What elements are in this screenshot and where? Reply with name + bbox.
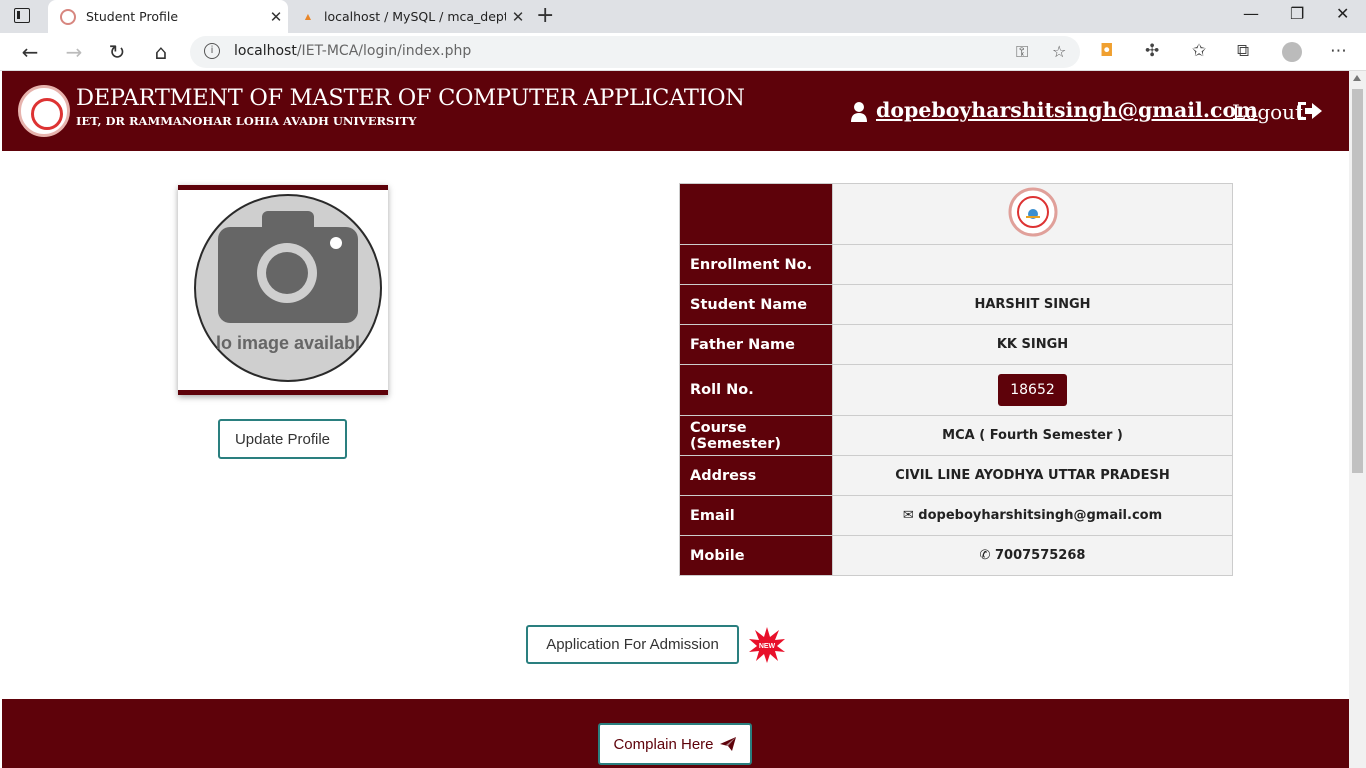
row-label: Address	[679, 455, 833, 496]
mobile-cell: ✆ 7007575268	[832, 535, 1233, 576]
table-row: Father Name KK SINGH	[679, 324, 1233, 365]
scroll-up-icon[interactable]	[1353, 75, 1361, 81]
department-title: DEPARTMENT OF MASTER OF COMPUTER APPLICA…	[76, 85, 745, 111]
university-name: IET, DR RAMMANOHAR LOHIA AVADH UNIVERSIT…	[76, 114, 417, 128]
browser-tabbar: Student Profile ✕ ▲ localhost / MySQL / …	[0, 0, 1366, 33]
complain-here-button[interactable]: Complain Here	[598, 723, 752, 765]
tab-actions-icon[interactable]	[14, 8, 30, 23]
browser-tab-phpmyadmin[interactable]: ▲ localhost / MySQL / mca_dept / c ✕	[290, 0, 530, 33]
no-image-text: lo image availabl	[216, 333, 360, 353]
mobile-value: 7007575268	[994, 548, 1086, 563]
table-row: Email ✉ dopeboyharshitsingh@gmail.com	[679, 495, 1233, 536]
row-label: Email	[679, 495, 833, 536]
table-row: Enrollment No.	[679, 244, 1233, 285]
row-label: Father Name	[679, 324, 833, 365]
tab-title: Student Profile	[86, 9, 179, 24]
table-logo-cell	[832, 183, 1233, 245]
table-row: Course (Semester) MCA ( Fourth Semester …	[679, 415, 1233, 456]
row-label: Course (Semester)	[679, 415, 833, 456]
close-icon[interactable]: ✕	[506, 8, 530, 26]
roll-no-badge: 18652	[998, 374, 1067, 406]
phone-icon: ✆	[979, 548, 991, 563]
reload-icon[interactable]: ↻	[104, 39, 130, 65]
row-label: Roll No.	[679, 364, 833, 416]
email-cell: ✉ dopeboyharshitsingh@gmail.com	[832, 495, 1233, 536]
key-icon[interactable]: ⚿	[1016, 42, 1028, 62]
roll-no-cell: 18652	[832, 364, 1233, 416]
sign-out-icon[interactable]	[1296, 99, 1324, 123]
browser-tab-student-profile[interactable]: Student Profile ✕	[48, 0, 288, 33]
row-label: Mobile	[679, 535, 833, 576]
site-info-icon[interactable]: i	[204, 43, 220, 59]
favorites-icon[interactable]: ✩	[1192, 41, 1206, 61]
logout-link[interactable]: Logout	[1232, 100, 1303, 124]
row-label: Student Name	[679, 284, 833, 325]
back-arrow-icon[interactable]: ←	[17, 39, 43, 65]
father-name-value: KK SINGH	[832, 324, 1233, 365]
window-close-icon[interactable]: ✕	[1336, 4, 1349, 23]
phpmyadmin-favicon-icon: ▲	[304, 11, 312, 21]
user-icon	[851, 102, 867, 122]
student-info-table: Enrollment No. Student Name HARSHIT SING…	[679, 183, 1233, 576]
course-value: MCA ( Fourth Semester )	[832, 415, 1233, 456]
complain-label: Complain Here	[613, 735, 714, 753]
user-email-link[interactable]: dopeboyharshitsingh@gmail.com	[876, 98, 1258, 122]
new-tab-button[interactable]: +	[536, 5, 554, 27]
university-seal-icon	[1008, 187, 1057, 237]
paper-plane-icon	[719, 737, 736, 751]
tab-title: localhost / MySQL / mca_dept / c	[324, 9, 506, 24]
browser-toolbar: ← → ↻ ⌂ i localhost/IET-MCA/login/index.…	[0, 33, 1366, 71]
new-badge-text: NEW	[759, 643, 776, 650]
address-bar[interactable]: i localhost/IET-MCA/login/index.php ⚿ ☆	[190, 36, 1080, 68]
table-row: Roll No. 18652	[679, 364, 1233, 416]
forward-arrow-icon[interactable]: →	[61, 39, 87, 65]
profile-photo: lo image availabl	[178, 185, 388, 395]
more-menu-icon[interactable]: ⋯	[1330, 41, 1347, 61]
page-scrollbar[interactable]	[1349, 71, 1366, 768]
university-logo	[18, 85, 70, 137]
email-value: dopeboyharshitsingh@gmail.com	[918, 508, 1163, 523]
table-row: Student Name HARSHIT SINGH	[679, 284, 1233, 325]
close-icon[interactable]: ✕	[264, 8, 288, 26]
table-header-cell	[679, 183, 833, 245]
extension-icon[interactable]: ◘	[1100, 41, 1113, 61]
maximize-icon[interactable]: ❐	[1290, 4, 1304, 23]
profile-avatar[interactable]	[1282, 42, 1302, 62]
address-url[interactable]: localhost/IET-MCA/login/index.php	[234, 43, 471, 59]
student-name-value: HARSHIT SINGH	[832, 284, 1233, 325]
page-content: DEPARTMENT OF MASTER OF COMPUTER APPLICA…	[2, 71, 1349, 768]
address-value: CIVIL LINE AYODHYA UTTAR PRADESH	[832, 455, 1233, 496]
envelope-icon: ✉	[902, 508, 914, 523]
enrollment-value	[832, 244, 1233, 285]
table-row: Mobile ✆ 7007575268	[679, 535, 1233, 576]
camera-icon: lo image availabl	[194, 194, 382, 382]
site-header: DEPARTMENT OF MASTER OF COMPUTER APPLICA…	[2, 71, 1349, 151]
site-footer: Complain Here	[2, 699, 1349, 768]
add-favorite-icon[interactable]: ☆	[1052, 42, 1066, 61]
row-label: Enrollment No.	[679, 244, 833, 285]
extensions-puzzle-icon[interactable]: ✣	[1145, 41, 1159, 61]
home-icon[interactable]: ⌂	[148, 39, 174, 65]
university-favicon-icon	[60, 8, 76, 25]
update-profile-button[interactable]: Update Profile	[218, 419, 347, 459]
table-row: Address CIVIL LINE AYODHYA UTTAR PRADESH	[679, 455, 1233, 496]
collections-icon[interactable]: ⧉	[1237, 41, 1249, 61]
minimize-icon[interactable]: —	[1243, 4, 1259, 23]
scrollbar-thumb[interactable]	[1352, 89, 1363, 473]
application-for-admission-button[interactable]: Application For Admission	[526, 625, 739, 664]
new-badge-icon: NEW	[749, 627, 785, 663]
